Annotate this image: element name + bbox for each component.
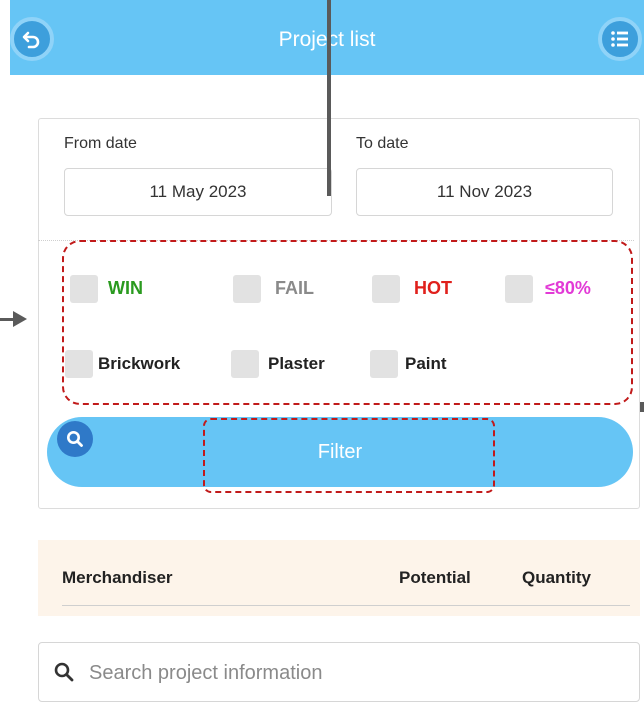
column-potential[interactable]: Potential — [399, 568, 471, 588]
filter-highlight — [203, 418, 495, 493]
back-arrow-icon — [22, 31, 40, 49]
search-icon — [54, 662, 74, 682]
to-date-label: To date — [356, 135, 409, 152]
annotation-pointer-right — [640, 402, 644, 412]
from-date-label: From date — [64, 135, 137, 152]
to-date-field[interactable]: 11 Nov 2023 — [356, 168, 613, 216]
search-icon — [67, 431, 83, 447]
column-quantity[interactable]: Quantity — [522, 568, 591, 588]
from-date-field[interactable]: 11 May 2023 — [64, 168, 332, 216]
filter-search-button[interactable] — [57, 421, 93, 457]
column-merchandiser[interactable]: Merchandiser — [62, 568, 173, 588]
checkbox-group-highlight — [62, 240, 633, 405]
list-menu-icon — [611, 31, 628, 47]
annotation-pointer-top — [327, 0, 331, 196]
menu-button[interactable] — [598, 17, 642, 61]
search-input[interactable] — [87, 653, 611, 693]
back-button[interactable] — [10, 17, 54, 61]
annotation-arrow-icon — [13, 311, 27, 327]
search-box — [38, 642, 640, 702]
table-header-divider — [62, 605, 630, 606]
